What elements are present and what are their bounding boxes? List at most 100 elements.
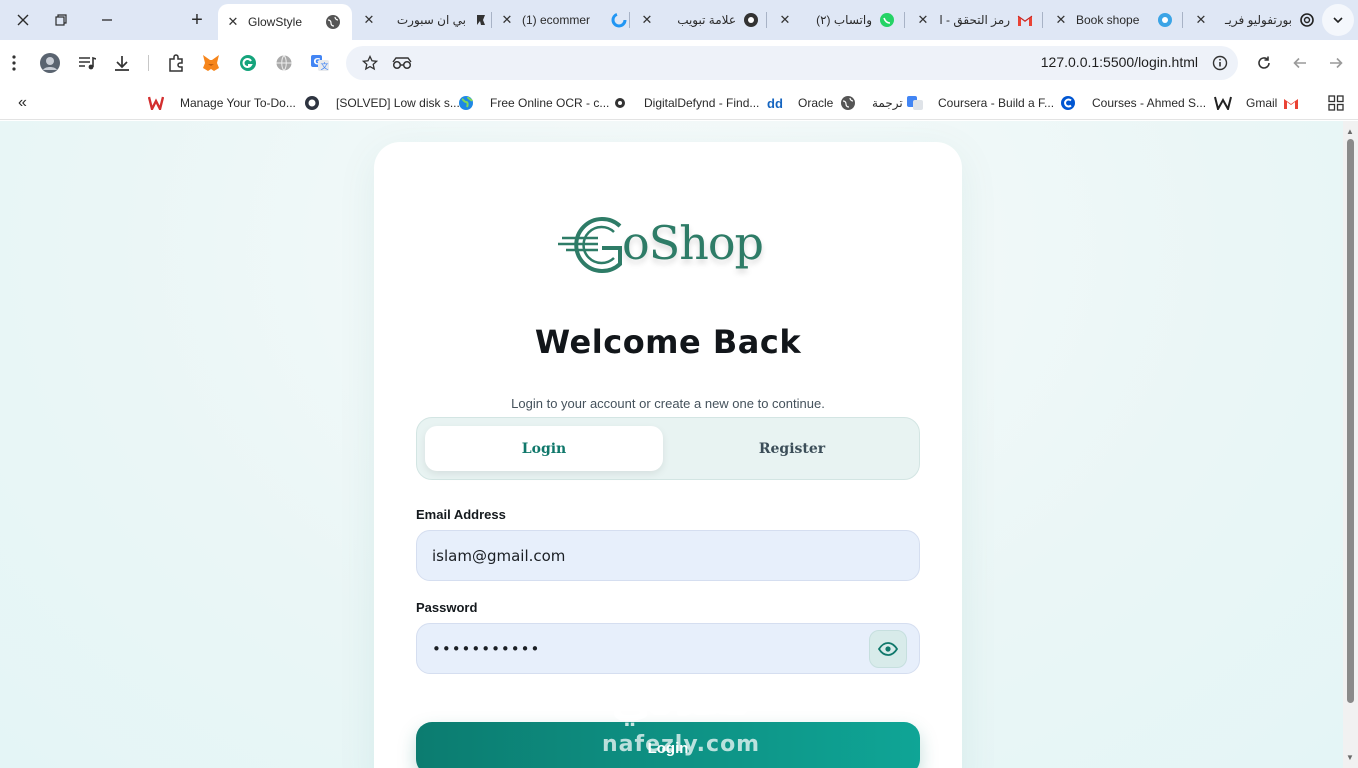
bookmark-label: Free Online OCR - c... [490, 96, 610, 110]
bookmark-manage-todo[interactable]: Manage Your To-Do... [148, 93, 296, 113]
password-label: Password [416, 600, 478, 615]
tab-whatsapp[interactable]: ✕ (٢) واتساب [776, 6, 896, 34]
w-logo-icon [1214, 95, 1232, 111]
bookmark-low-disk[interactable]: [SOLVED] Low disk s... [304, 93, 460, 113]
tab-close-icon[interactable]: ✕ [1052, 12, 1070, 28]
auth-tab-switch: Login Register [416, 417, 920, 480]
arrow-left-icon [1293, 57, 1306, 69]
tab-title: (1) ecommer [522, 13, 591, 27]
forward-button[interactable] [1324, 51, 1348, 75]
globe-grid-icon [276, 55, 292, 71]
media-control-button[interactable] [75, 51, 99, 75]
tab-glowstyle[interactable]: ✕ GlowStyle [218, 4, 352, 40]
coursera-icon [1060, 95, 1076, 111]
watermark-arabic: نفذلي [610, 672, 752, 726]
tab-title: بي ان سبورت [396, 13, 466, 27]
bookmark-label: Coursera - Build a F... [938, 96, 1055, 110]
download-icon [115, 56, 129, 71]
bookmarks-more-button[interactable]: « [18, 93, 27, 113]
pin-icon [472, 11, 490, 29]
tab-title: GlowStyle [248, 15, 303, 29]
translate-icon: G文 [311, 55, 329, 71]
minimize-icon [102, 19, 112, 21]
incognito-lens-button[interactable] [390, 51, 414, 75]
password-field[interactable] [432, 624, 852, 673]
watermark: نفذلي nafezly.com [596, 676, 766, 768]
puzzle-icon [169, 54, 183, 72]
restore-icon [55, 14, 67, 26]
grid-icon [1328, 95, 1344, 111]
double-chevron-left-icon: « [18, 94, 27, 111]
new-tab-button[interactable]: + [174, 0, 220, 40]
star-icon [362, 55, 378, 71]
dd-icon: dd [767, 95, 783, 111]
page-viewport: oShop Welcome Back Login to your account… [0, 121, 1343, 768]
grammarly-extension-button[interactable] [236, 51, 260, 75]
scroll-up-arrow-icon[interactable]: ▲ [1346, 127, 1354, 136]
bookmark-label: Oracle [798, 96, 834, 110]
bookmark-courses-ahmed[interactable]: Courses - Ahmed S... [1060, 93, 1206, 113]
minimize-window-button[interactable] [84, 0, 130, 40]
svg-text:文: 文 [321, 61, 329, 71]
bookmark-translate[interactable]: ترجمة [840, 93, 903, 113]
bookmark-label: Gmail [1246, 96, 1278, 110]
vpn-extension-button[interactable] [272, 51, 296, 75]
tab-verification-code[interactable]: ✕ رمز التحقق - ا [914, 6, 1034, 34]
site-info-button[interactable] [1208, 51, 1232, 75]
bookmark-digitaldefynd[interactable]: DigitalDefynd - Find... [612, 93, 759, 113]
bookmark-free-ocr[interactable]: Free Online OCR - c... [458, 93, 609, 113]
bookmark-gmail[interactable]: Gmail [1214, 93, 1299, 113]
tab-portfolio[interactable]: ✕ بورتفوليو فريـ [1192, 6, 1316, 34]
earth-icon [458, 95, 474, 111]
extensions-button[interactable] [164, 51, 188, 75]
tab-close-icon[interactable]: ✕ [1192, 12, 1210, 28]
toggle-password-visibility-button[interactable] [869, 630, 907, 668]
globe-icon [840, 95, 856, 111]
apps-grid-button[interactable] [1328, 93, 1344, 113]
kebab-icon [12, 55, 16, 71]
metamask-extension-button[interactable] [199, 51, 223, 75]
email-field[interactable] [432, 531, 852, 580]
metamask-fox-icon [203, 55, 219, 71]
tab-book-shope[interactable]: ✕ Book shope [1052, 6, 1174, 34]
url-text: 127.0.0.1:5500/login.html [1040, 54, 1198, 70]
scroll-down-arrow-icon[interactable]: ▼ [1346, 753, 1354, 762]
bookmark-label: Manage Your To-Do... [180, 96, 296, 110]
downloads-button[interactable] [110, 51, 134, 75]
tab-close-icon[interactable]: ✕ [224, 14, 242, 30]
reload-icon [1258, 56, 1270, 69]
scroll-thumb[interactable] [1347, 139, 1354, 703]
tab-register[interactable]: Register [673, 426, 911, 471]
email-label: Email Address [416, 507, 506, 522]
tab-new-tab[interactable]: ✕ علامة تبويب [638, 6, 760, 34]
tab-close-icon[interactable]: ✕ [776, 12, 794, 28]
reload-button[interactable] [1252, 51, 1276, 75]
logo-text: oShop [622, 216, 764, 270]
bookmark-star-button[interactable] [358, 51, 382, 75]
back-button[interactable] [1288, 51, 1312, 75]
google-translate-extension-button[interactable]: G文 [308, 51, 332, 75]
tab-ecommerce[interactable]: ✕ (1) ecommer [498, 6, 628, 34]
tab-close-icon[interactable]: ✕ [914, 12, 932, 28]
tab-close-icon[interactable]: ✕ [498, 12, 516, 28]
tab-close-icon[interactable]: ✕ [638, 12, 656, 28]
bookmark-label: [SOLVED] Low disk s... [336, 96, 460, 110]
grammarly-icon [240, 55, 256, 71]
bookmark-coursera[interactable]: Coursera - Build a F... [906, 93, 1054, 113]
chrome-icon [742, 11, 760, 29]
globe-icon [324, 13, 342, 31]
close-icon [17, 14, 29, 26]
menu-kebab-button[interactable] [2, 51, 26, 75]
address-bar[interactable]: 127.0.0.1:5500/login.html [346, 46, 1238, 80]
chevron-down-icon [1333, 17, 1343, 24]
tab-bein-sport[interactable]: ✕ بي ان سبورت [360, 6, 490, 34]
tab-search-button[interactable] [1322, 4, 1354, 36]
page-scrollbar[interactable]: ▲ ▼ [1343, 121, 1358, 768]
translate-icon [906, 95, 924, 111]
whatsapp-icon [878, 11, 896, 29]
profile-avatar-button[interactable] [38, 51, 62, 75]
tab-login[interactable]: Login [425, 426, 663, 471]
restore-window-button[interactable] [38, 0, 84, 40]
bookmark-oracle[interactable]: dd Oracle [766, 93, 833, 113]
tab-close-icon[interactable]: ✕ [360, 12, 378, 28]
